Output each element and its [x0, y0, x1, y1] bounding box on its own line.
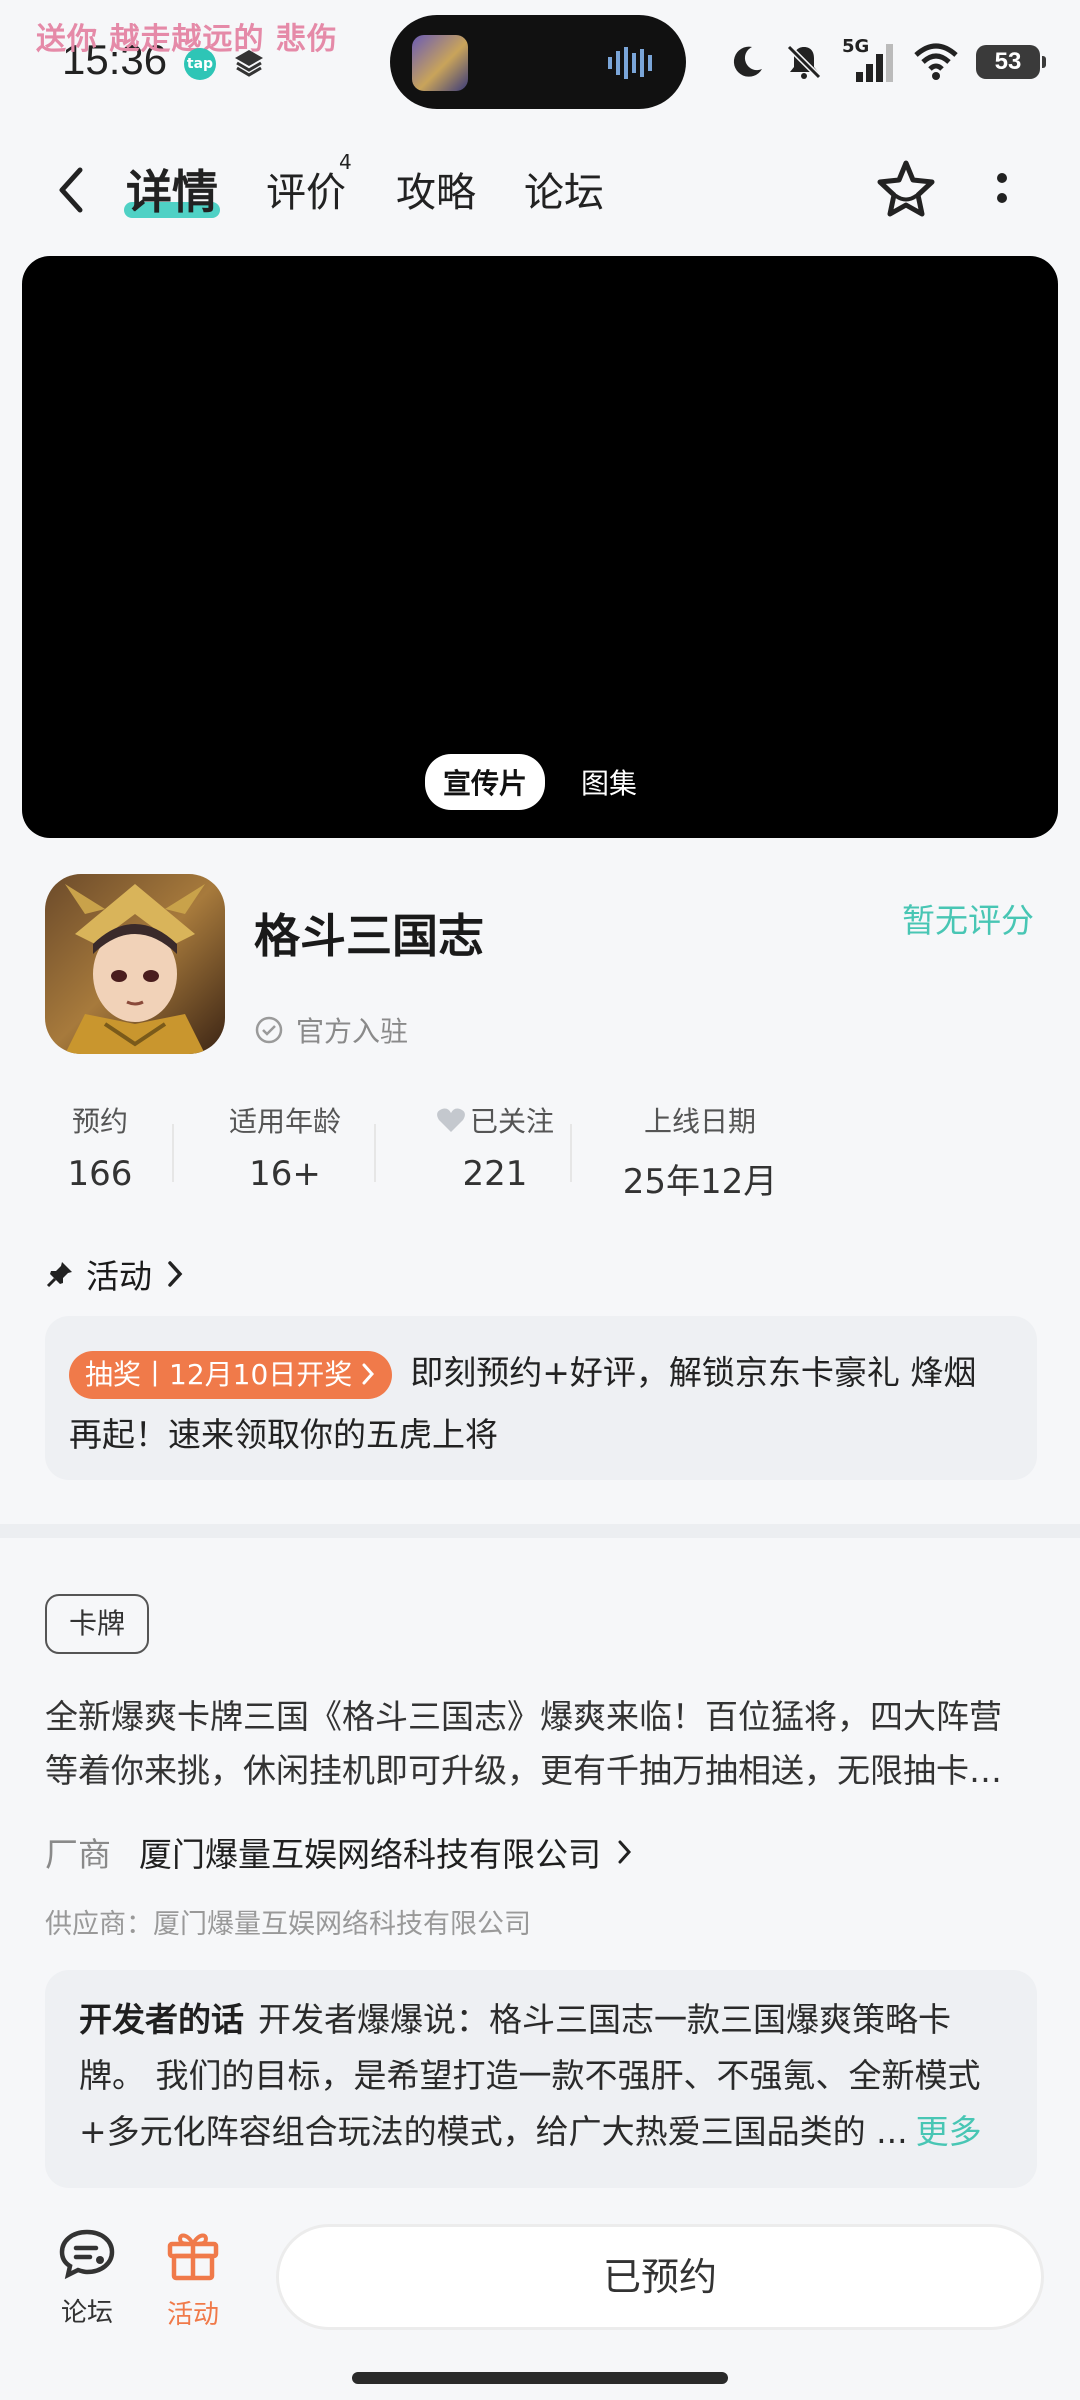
stat-release-date: 上线日期 25年12月 [600, 1100, 800, 1203]
official-label: 官方入驻 [296, 1015, 409, 1048]
stat-reservations: 预约 166 [30, 1100, 170, 1194]
developer-line-2: 牌。 我们的目标，是希望打造一款不强肝、不强氪、全新模式 [79, 2056, 981, 2095]
home-indicator[interactable] [352, 2372, 728, 2384]
tab-reviews-label: 评价 [266, 170, 346, 216]
taptap-notification-icon: tap [184, 48, 216, 80]
stats-row: 预约 166 适用年龄 16+ 已关注 221 上线日期 25年12月 [30, 1100, 790, 1210]
verified-check-icon [255, 1016, 283, 1044]
developer-notes-card[interactable]: 开发者的话 开发者爆爆说：格斗三国志一款三国爆爽策略卡 牌。 我们的目标，是希望打… [45, 1970, 1037, 2188]
activity-text-1: 即刻预约+好评，解锁京东卡豪礼 烽烟 [410, 1353, 977, 1392]
stat-label: 预约 [71, 1105, 128, 1138]
bell-off-icon [786, 44, 822, 80]
dynamic-island[interactable] [390, 15, 686, 109]
battery-indicator: 53 [976, 45, 1046, 79]
tab-details-label: 详情 [126, 165, 218, 219]
official-badge: 官方入驻 [254, 1010, 408, 1050]
developer-notes-title: 开发者的话 [79, 2000, 244, 2039]
forum-chat-icon [59, 2229, 115, 2280]
reserved-button[interactable]: 已预约 [276, 2224, 1044, 2330]
stat-divider [374, 1124, 376, 1182]
audio-wave-icon [608, 47, 652, 79]
pin-icon [46, 1262, 72, 1288]
status-bar: 15:36 送你 越走越远的 悲伤 tap 5G 53 [0, 0, 1080, 120]
game-title: 格斗三国志 [254, 909, 484, 963]
stat-value: 166 [67, 1154, 133, 1194]
music-cover-art [412, 35, 468, 91]
stat-divider [570, 1124, 572, 1182]
developer-text: +多元化阵容组合玩法的模式，给广大热爱三国品类的 ... [79, 2112, 908, 2151]
stat-value: 221 [462, 1154, 528, 1194]
more-link[interactable]: 更多 [916, 2112, 982, 2151]
vendor-label: 厂商 [45, 1835, 111, 1874]
back-arrow-icon[interactable] [52, 164, 92, 216]
tab-guides-label: 攻略 [396, 170, 476, 216]
activity-heading: 活动 [86, 1257, 152, 1296]
stat-followers: 已关注 221 [400, 1100, 590, 1194]
more-options-icon[interactable] [986, 160, 1018, 220]
activity-section-header[interactable]: 活动 [46, 1250, 186, 1298]
vendor-row[interactable]: 厂商 厦门爆量互娱网络科技有限公司 [45, 1828, 637, 1876]
activity-label: 活动 [166, 2300, 219, 2330]
forum-button[interactable]: 论坛 [42, 2228, 132, 2329]
forum-label: 论坛 [60, 2298, 113, 2328]
media-tab-gallery[interactable]: 图集 [563, 754, 655, 810]
stat-value: 16+ [249, 1154, 321, 1194]
game-icon-art [45, 874, 225, 1054]
supplier-info: 供应商：厦门爆量互娱网络科技有限公司 [45, 1909, 531, 1940]
moon-icon [733, 46, 762, 77]
description-line: 全新爆爽卡牌三国《格斗三国志》爆爽来临！百位猛将，四大阵营 [45, 1697, 1002, 1736]
activity-line-1: 抽奖丨12月10日开奖 即刻预约+好评，解锁京东卡豪礼 烽烟 [69, 1342, 1013, 1404]
signal-icon [856, 44, 893, 82]
tab-guides[interactable]: 攻略 [396, 160, 476, 218]
activity-text-2: 再起！速来领取你的五虎上将 [69, 1415, 498, 1454]
review-count-badge: 4 [339, 150, 352, 174]
media-tab-trailer[interactable]: 宣传片 [424, 754, 545, 810]
developer-line-3: +多元化阵容组合玩法的模式，给广大热爱三国品类的 ... 更多 [79, 2104, 1003, 2160]
stat-age-rating: 适用年龄 16+ [200, 1100, 370, 1194]
status-icons: 5G 53 [728, 36, 1046, 88]
stat-label: 上线日期 [643, 1105, 756, 1138]
favorite-star-icon[interactable] [874, 158, 938, 222]
stat-divider [172, 1124, 174, 1182]
lyric-overlay: 送你 越走越远的 悲伤 [36, 22, 338, 57]
wifi-icon [914, 43, 958, 80]
lottery-pill[interactable]: 抽奖丨12月10日开奖 [69, 1350, 393, 1399]
vendor-name: 厦门爆量互娱网络科技有限公司 [139, 1835, 601, 1874]
stat-label-followers: 已关注 [400, 1100, 590, 1140]
game-icon [45, 874, 225, 1054]
tab-reviews[interactable]: 评价 [266, 160, 346, 218]
activity-button[interactable]: 活动 [148, 2228, 238, 2331]
layers-icon [235, 50, 263, 77]
rating-status: 暂无评分 [902, 901, 1034, 940]
stat-label: 已关注 [469, 1105, 554, 1138]
tab-details[interactable]: 详情 [126, 156, 218, 222]
tab-forum-label: 论坛 [524, 170, 604, 216]
description-line: 等着你来挑，休闲挂机即可升级，更有千抽万抽相送，无限抽卡… [45, 1751, 1002, 1790]
media-tabs: 宣传片 图集 [22, 754, 1058, 810]
video-player[interactable]: 宣传片 图集 [22, 256, 1058, 838]
activity-card[interactable]: 抽奖丨12月10日开奖 即刻预约+好评，解锁京东卡豪礼 烽烟 再起！速来领取你的五… [45, 1316, 1037, 1480]
gift-icon [167, 2233, 219, 2281]
chevron-right-icon [362, 1363, 375, 1384]
stat-label: 适用年龄 [228, 1105, 341, 1138]
developer-line-1: 开发者的话 开发者爆爆说：格斗三国志一款三国爆爽策略卡 [79, 1992, 1003, 2048]
section-divider [0, 1524, 1080, 1538]
signal-5g: 5G [842, 36, 896, 84]
tab-forum[interactable]: 论坛 [524, 160, 604, 218]
game-detail-page: 15:36 送你 越走越远的 悲伤 tap 5G 53 详情 评价 4 攻略 论… [0, 0, 1080, 2400]
game-description[interactable]: 全新爆爽卡牌三国《格斗三国志》爆爽来临！百位猛将，四大阵营 等着你来挑，休闲挂机… [45, 1690, 1035, 1798]
stat-value: 25年12月 [622, 1162, 778, 1202]
bottom-action-bar: 论坛 活动 已预约 [0, 2214, 1080, 2400]
developer-text: 开发者爆爆说：格斗三国志一款三国爆爽策略卡 [258, 2000, 951, 2039]
lottery-pill-label: 抽奖丨12月10日开奖 [85, 1357, 353, 1391]
genre-tag[interactable]: 卡牌 [45, 1594, 150, 1654]
chevron-right-icon [618, 1840, 632, 1864]
heart-icon [437, 1108, 465, 1132]
chevron-right-icon [168, 1261, 183, 1287]
top-navigation: 详情 评价 4 攻略 论坛 [0, 140, 1080, 240]
